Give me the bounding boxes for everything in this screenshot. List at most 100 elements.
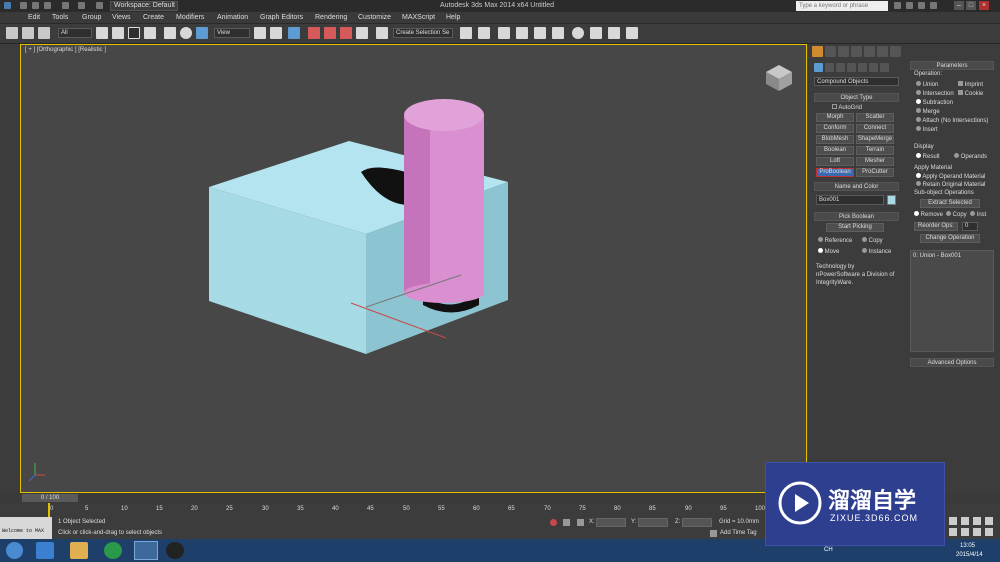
orbit-icon[interactable] [973, 528, 981, 536]
menu-tools[interactable]: Tools [52, 14, 68, 21]
close-button[interactable]: × [979, 1, 989, 10]
field-of-view-icon[interactable] [949, 528, 957, 536]
mesher-button[interactable]: Mesher [856, 157, 894, 166]
y-coordinate-field[interactable] [638, 518, 668, 527]
bind-space-warp-icon[interactable] [38, 27, 50, 39]
clock-time[interactable]: 13:05 [960, 543, 975, 549]
create-tab-icon[interactable] [812, 46, 823, 57]
layer-manager-icon[interactable] [498, 27, 510, 39]
open-file-icon[interactable] [32, 2, 39, 9]
rotate-icon[interactable] [180, 27, 192, 39]
3dsmax-taskbar-icon[interactable] [134, 541, 158, 560]
reorder-ops-button[interactable]: Reorder Ops: [914, 222, 958, 231]
change-operation-button[interactable]: Change Operation [920, 234, 980, 243]
subtraction-radio[interactable]: Subtraction [916, 99, 953, 106]
schematic-view-icon[interactable] [552, 27, 564, 39]
undo-tool-icon[interactable] [6, 27, 18, 39]
extract-selected-button[interactable]: Extract Selected [920, 199, 980, 208]
z-coordinate-field[interactable] [682, 518, 712, 527]
graphite-tools-icon[interactable] [516, 27, 528, 39]
menu-customize[interactable]: Customize [358, 14, 391, 21]
redo-icon[interactable] [78, 2, 85, 9]
angle-snap-icon[interactable] [324, 27, 336, 39]
reorder-value-input[interactable]: 0 [962, 222, 978, 231]
help-icon[interactable] [930, 2, 937, 9]
proboolean-button[interactable]: ProBoolean [816, 168, 854, 177]
lock-selection-icon[interactable] [563, 519, 570, 526]
menu-help[interactable]: Help [446, 14, 460, 21]
start-button-icon[interactable] [6, 542, 23, 559]
geometry-icon[interactable] [814, 63, 823, 72]
scale-icon[interactable] [196, 27, 208, 39]
attach-radio[interactable]: Attach (No Intersections) [916, 117, 988, 124]
minimize-button[interactable]: – [954, 1, 964, 10]
menu-maxscript[interactable]: MAXScript [402, 14, 435, 21]
space-warps-icon[interactable] [869, 63, 878, 72]
media-taskbar-icon[interactable] [104, 542, 122, 559]
name-color-rollout-header[interactable]: Name and Color [814, 182, 899, 191]
explorer-taskbar-icon[interactable] [70, 542, 88, 559]
clock-date[interactable]: 2015/4/14 [956, 552, 983, 558]
terrain-button[interactable]: Terrain [856, 146, 894, 155]
curve-editor-icon[interactable] [534, 27, 546, 39]
procutter-button[interactable]: ProCutter [856, 168, 894, 177]
zoom-extents-all-icon[interactable] [985, 517, 993, 525]
connect-button[interactable]: Connect [856, 124, 894, 133]
menu-modifiers[interactable]: Modifiers [176, 14, 204, 21]
extra-tab-icon[interactable] [890, 46, 901, 57]
subscription-icon[interactable] [906, 2, 913, 9]
material-editor-icon[interactable] [572, 27, 584, 39]
move-icon[interactable] [164, 27, 176, 39]
viewport[interactable]: [ + ] [Orthographic ] [Realistic ] [20, 44, 807, 493]
mirror-icon[interactable] [460, 27, 472, 39]
pivot-center-icon[interactable] [254, 27, 266, 39]
absolute-mode-icon[interactable] [577, 519, 584, 526]
menu-graph-editors[interactable]: Graph Editors [260, 14, 303, 21]
project-folder-icon[interactable] [96, 2, 103, 9]
time-tag-icon[interactable] [710, 530, 717, 537]
reference-radio[interactable]: Reference [818, 237, 852, 244]
modify-tab-icon[interactable] [825, 46, 836, 57]
object-name-input[interactable]: Box001 [816, 195, 884, 205]
object-color-swatch[interactable] [887, 195, 896, 205]
operations-list[interactable]: 0: Union - Box001 [910, 250, 994, 352]
render-production-icon[interactable] [626, 27, 638, 39]
search-icon[interactable] [894, 2, 901, 9]
select-object-icon[interactable] [96, 27, 108, 39]
link-icon[interactable] [22, 27, 34, 39]
boolean-button[interactable]: Boolean [816, 146, 854, 155]
menu-views[interactable]: Views [112, 14, 131, 21]
zoom-all-icon[interactable] [961, 517, 969, 525]
time-slider-thumb[interactable]: 0 / 100 [22, 494, 78, 502]
intersection-radio[interactable]: Intersection [916, 90, 954, 97]
object-type-rollout-header[interactable]: Object Type [814, 93, 899, 102]
menu-group[interactable]: Group [82, 14, 101, 21]
shapes-icon[interactable] [825, 63, 834, 72]
save-file-icon[interactable] [44, 2, 51, 9]
scatter-button[interactable]: Scatter [856, 113, 894, 122]
category-dropdown[interactable]: Compound Objects [814, 77, 899, 86]
inst-radio[interactable]: Inst [970, 211, 986, 218]
copy-extract-radio[interactable]: Copy [946, 211, 967, 218]
edit-named-selection-icon[interactable] [376, 27, 388, 39]
qq-taskbar-icon[interactable] [166, 542, 184, 559]
imprint-checkbox[interactable]: Imprint [958, 81, 983, 88]
keyboard-shortcut-icon[interactable] [288, 27, 300, 39]
ie-taskbar-icon[interactable] [36, 542, 54, 559]
result-radio[interactable]: Result [916, 153, 940, 160]
conform-button[interactable]: Conform [816, 124, 854, 133]
menu-create[interactable]: Create [143, 14, 164, 21]
spinner-snap-icon[interactable] [356, 27, 368, 39]
union-radio[interactable]: Union [916, 81, 938, 88]
track-bar[interactable]: 0 5 10 15 20 25 30 35 40 45 50 55 60 65 70 75 80 85 90 95 10… [0, 503, 765, 517]
systems-icon[interactable] [880, 63, 889, 72]
merge-radio[interactable]: Merge [916, 108, 940, 115]
retain-original-material-radio[interactable]: Retain Original Material [916, 181, 985, 188]
input-language[interactable]: CH [824, 547, 833, 553]
render-setup-icon[interactable] [590, 27, 602, 39]
pick-boolean-rollout-header[interactable]: Pick Boolean [814, 212, 899, 221]
new-file-icon[interactable] [20, 2, 27, 9]
pan-icon[interactable] [961, 528, 969, 536]
isolate-icon[interactable] [550, 519, 557, 526]
parameters-rollout-header[interactable]: Parameters [910, 61, 994, 70]
